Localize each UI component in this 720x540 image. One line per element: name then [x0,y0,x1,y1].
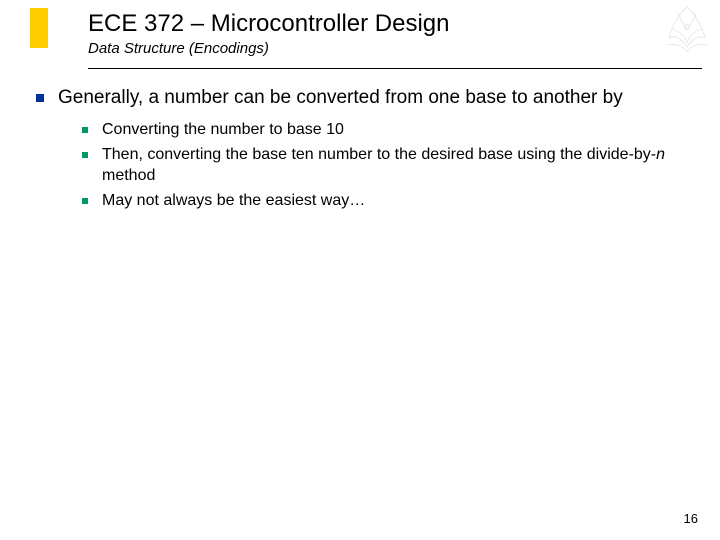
title-underline [88,68,702,69]
body-content: Generally, a number can be converted fro… [36,86,686,216]
square-bullet-icon [82,127,88,133]
subpoint-text: Converting the number to base 10 [102,120,344,141]
page-number: 16 [684,511,698,526]
corner-decoration-icon [660,2,714,56]
subpoint-text: May not always be the easiest way… [102,191,365,212]
accent-bar [30,8,48,48]
square-bullet-icon [82,198,88,204]
bullet-level2: Converting the number to base 10 [82,120,686,141]
square-bullet-icon [36,94,44,102]
slide-title: ECE 372 – Microcontroller Design [88,10,648,38]
bullet-level1: Generally, a number can be converted fro… [36,86,686,110]
subpoint-text: Then, converting the base ten number to … [102,145,686,187]
main-point-text: Generally, a number can be converted fro… [58,86,623,110]
title-block: ECE 372 – Microcontroller Design Data St… [88,10,648,57]
subpoint-group: Converting the number to base 10 Then, c… [82,120,686,211]
slide-subtitle: Data Structure (Encodings) [88,40,648,57]
square-bullet-icon [82,152,88,158]
bullet-level2: May not always be the easiest way… [82,191,686,212]
bullet-level2: Then, converting the base ten number to … [82,145,686,187]
